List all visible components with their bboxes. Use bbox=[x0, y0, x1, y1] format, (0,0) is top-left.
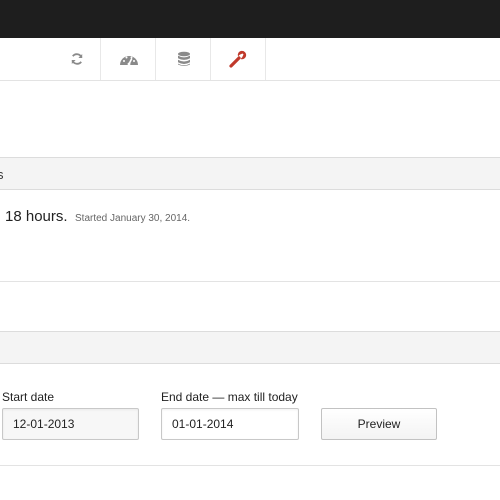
settings-button[interactable] bbox=[210, 38, 266, 80]
dashboard-gauge-icon bbox=[119, 51, 139, 67]
uptime-duration: 18 hours. bbox=[5, 208, 68, 225]
preview-button[interactable]: Preview bbox=[321, 408, 437, 440]
divider bbox=[0, 465, 500, 466]
toolbar bbox=[0, 38, 500, 81]
uptime-info: 18 hours. Started January 30, 2014. bbox=[5, 208, 190, 226]
uptime-start-date: Started January 30, 2014. bbox=[75, 213, 191, 224]
database-icon bbox=[177, 51, 191, 67]
end-date-input[interactable] bbox=[161, 408, 299, 440]
dashboard-button[interactable] bbox=[100, 38, 156, 80]
panel-title: s bbox=[0, 167, 4, 182]
refresh-button[interactable] bbox=[54, 38, 100, 80]
end-date-label: End date — max till today bbox=[161, 390, 298, 404]
uptime-panel-header: s bbox=[0, 157, 500, 190]
divider bbox=[0, 281, 500, 282]
refresh-icon bbox=[70, 52, 84, 66]
top-nav-bar bbox=[0, 0, 500, 38]
start-date-label: Start date bbox=[2, 390, 55, 404]
wrench-icon bbox=[229, 50, 247, 68]
database-button[interactable] bbox=[155, 38, 211, 80]
date-range-panel-header bbox=[0, 331, 500, 364]
start-date-input[interactable] bbox=[2, 408, 139, 440]
